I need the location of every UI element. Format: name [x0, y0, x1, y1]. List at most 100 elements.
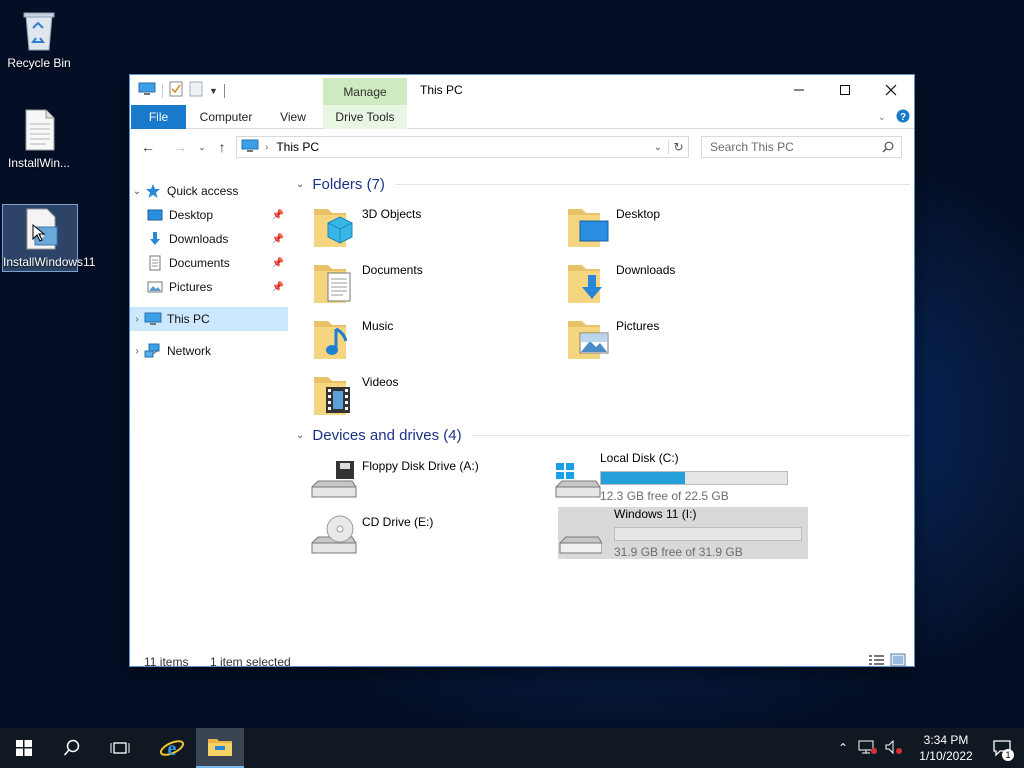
new-folder-icon[interactable] [189, 81, 203, 100]
divider [471, 434, 910, 436]
up-arrow-icon[interactable]: ↑ [212, 137, 232, 157]
desktop-icon-installwin-file[interactable]: InstallWin... [0, 108, 78, 170]
address-dropdown-icon[interactable]: ⌄ [654, 142, 662, 153]
close-button[interactable] [868, 75, 914, 105]
nav-item-desktop[interactable]: Desktop 📌 [130, 203, 288, 227]
network-icon [144, 343, 162, 359]
clock-date: 1/10/2022 [919, 749, 973, 763]
script-file-icon [19, 207, 61, 251]
details-view-icon[interactable] [868, 653, 886, 670]
nav-item-documents[interactable]: Documents 📌 [130, 251, 288, 275]
large-icons-view-icon[interactable] [890, 653, 906, 670]
nav-network[interactable]: › Network [130, 339, 288, 363]
address-bar[interactable]: › This PC ⌄ ↻ [236, 136, 689, 158]
qat-separator [223, 83, 225, 98]
folder-downloads[interactable]: Downloads [544, 255, 792, 307]
network-status-icon[interactable] [858, 739, 878, 758]
3d-objects-folder-icon [310, 205, 358, 249]
internet-explorer-button[interactable]: e [148, 728, 196, 768]
folder-3d-objects[interactable]: 3D Objects [290, 199, 538, 251]
forward-arrow-icon[interactable]: → [170, 137, 190, 157]
task-view-button[interactable] [96, 728, 144, 768]
computer-icon[interactable] [138, 82, 156, 99]
folders-group-header[interactable]: ⌄ Folders (7) [296, 173, 910, 195]
nav-label: Network [167, 344, 212, 358]
status-bar: 11 items 1 item selected [130, 645, 914, 670]
drive-floppy[interactable]: Floppy Disk Drive (A:) [290, 451, 538, 503]
chevron-down-icon[interactable]: ⌄ [296, 179, 304, 190]
drive-free-space: 12.3 GB free of 22.5 GB [600, 489, 729, 503]
nav-this-pc[interactable]: › This PC [130, 307, 288, 331]
folder-music[interactable]: Music [290, 311, 538, 363]
task-view-icon [110, 742, 130, 754]
tab-view[interactable]: View [270, 105, 316, 129]
pin-icon: 📌 [271, 233, 284, 245]
start-button[interactable] [0, 728, 48, 768]
drive-cd-e[interactable]: CD Drive (E:) [290, 507, 538, 559]
devices-group-header[interactable]: ⌄ Devices and drives (4) [296, 424, 910, 446]
window-title: This PC [420, 83, 463, 97]
divider [394, 183, 910, 185]
back-arrow-icon[interactable]: ← [138, 137, 158, 157]
music-folder-icon [310, 317, 358, 361]
search-button[interactable] [48, 728, 96, 768]
folder-documents[interactable]: Documents [290, 255, 538, 307]
expand-ribbon-icon[interactable]: ⌄ [878, 112, 886, 123]
nav-label: Downloads [169, 232, 229, 246]
content-pane: ⌄ Folders (7) 3D Objects Desktop Documen… [290, 173, 912, 643]
properties-icon[interactable] [169, 81, 183, 100]
refresh-icon[interactable]: ↻ [668, 140, 688, 154]
folder-name: Documents [362, 263, 423, 277]
file-explorer-button[interactable] [196, 728, 244, 768]
chevron-down-icon[interactable]: ⌄ [130, 186, 144, 197]
tab-drive-tools[interactable]: Drive Tools [323, 105, 407, 129]
nav-item-pictures[interactable]: Pictures 📌 [130, 275, 288, 299]
documents-icon [146, 255, 164, 271]
chevron-down-icon[interactable]: ⌄ [296, 430, 304, 441]
tab-file[interactable]: File [131, 105, 186, 129]
file-explorer-icon [208, 739, 232, 756]
drive-usage-bar [614, 527, 802, 541]
folder-pictures[interactable]: Pictures [544, 311, 792, 363]
drive-usage-fill [601, 472, 685, 484]
drive-windows11-i[interactable]: Windows 11 (I:) 31.9 GB free of 31.9 GB [558, 507, 808, 559]
title-bar: ▼ Manage This PC [130, 75, 914, 106]
desktop-folder-icon [564, 205, 612, 249]
tab-computer[interactable]: Computer [190, 105, 262, 129]
computer-icon [144, 311, 162, 327]
folder-name: Downloads [616, 263, 676, 277]
customize-qat-icon[interactable]: ▼ [209, 86, 218, 96]
context-tab-manage[interactable]: Manage [323, 78, 407, 106]
minimize-button[interactable] [776, 75, 822, 105]
folder-name: Music [362, 319, 394, 333]
show-hidden-icons-chevron-icon[interactable]: ⌃ [838, 741, 848, 755]
pictures-folder-icon [564, 317, 612, 361]
nav-label: This PC [167, 312, 210, 326]
recent-locations-chevron-icon[interactable]: ⌄ [192, 137, 212, 157]
folder-videos[interactable]: Videos [290, 367, 538, 419]
nav-label: Pictures [169, 280, 213, 294]
breadcrumb-chevron-icon[interactable]: › [265, 142, 268, 153]
nav-quick-access[interactable]: ⌄ Quick access [130, 179, 288, 203]
qat-separator [162, 83, 163, 98]
folder-desktop[interactable]: Desktop [544, 199, 792, 251]
chevron-right-icon[interactable]: › [130, 314, 144, 325]
svg-text:e: e [168, 738, 177, 760]
drive-usage-bar [600, 471, 788, 485]
volume-muted-icon[interactable] [884, 739, 904, 758]
chevron-right-icon[interactable]: › [130, 346, 144, 357]
desktop-icon-label: InstallWin... [7, 156, 70, 170]
documents-folder-icon [310, 261, 358, 305]
drive-local-disk-c[interactable]: Local Disk (C:) 12.3 GB free of 22.5 GB [544, 451, 792, 503]
clock[interactable]: 3:34 PM 1/10/2022 [912, 732, 980, 764]
search-input[interactable]: Search This PC [701, 136, 902, 158]
desktop-icon-installwindows11[interactable]: InstallWindows11 [2, 204, 95, 272]
maximize-button[interactable] [822, 75, 868, 105]
nav-item-downloads[interactable]: Downloads 📌 [130, 227, 288, 251]
group-title: Folders (7) [312, 175, 385, 193]
breadcrumb[interactable]: This PC [276, 140, 319, 154]
help-icon[interactable]: ? [896, 109, 910, 126]
drive-name: CD Drive (E:) [362, 515, 434, 529]
action-center-button[interactable]: 1 [980, 739, 1024, 761]
desktop-icon-recycle-bin[interactable]: Recycle Bin [0, 8, 78, 70]
